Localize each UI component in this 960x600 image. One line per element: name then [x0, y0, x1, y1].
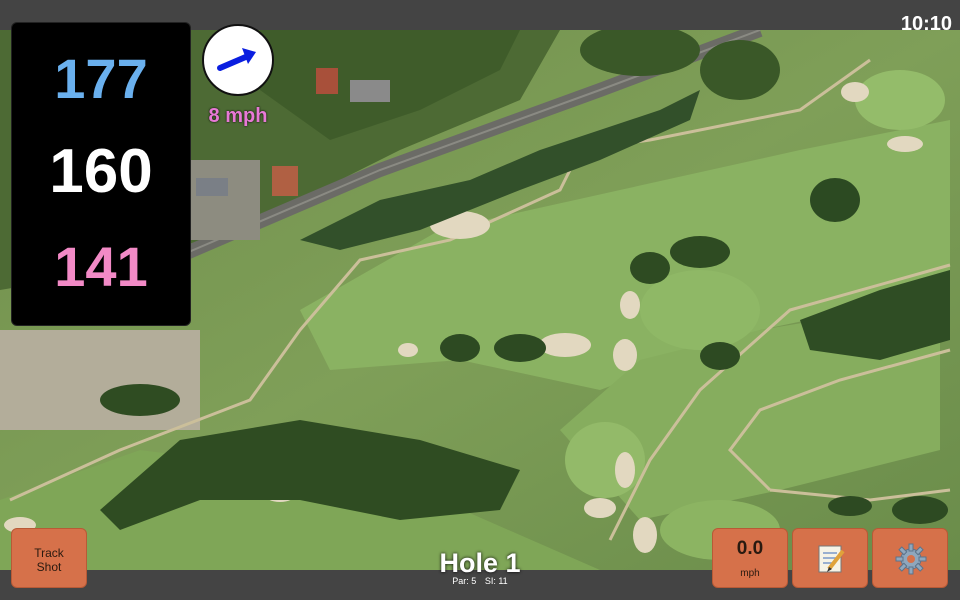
hole-title: Hole 1: [439, 548, 521, 578]
track-shot-label-line2: Shot: [36, 560, 62, 574]
distance-panel[interactable]: 177 160 141: [11, 22, 191, 326]
hole-par: Par: 5: [452, 576, 477, 586]
arrow-icon: [217, 48, 256, 71]
wind-input-button[interactable]: 0.0 mph: [712, 528, 788, 588]
wind-direction-indicator: [202, 24, 274, 96]
track-shot-label-line1: Track: [34, 546, 64, 560]
wind-input-value: 0.0: [736, 538, 764, 559]
wind-input-unit: mph: [740, 568, 760, 579]
distance-front: 141: [54, 235, 148, 298]
wind-speed-label: 8 mph: [208, 105, 268, 127]
distance-middle: 160: [49, 137, 153, 206]
settings-button[interactable]: [872, 528, 948, 588]
hole-stroke-index: SI: 11: [484, 576, 508, 586]
distance-back: 177: [54, 47, 148, 110]
hole-info: Par: 5 SI: 11: [380, 577, 580, 586]
gear-icon: [895, 543, 927, 575]
track-shot-button[interactable]: Track Shot: [11, 528, 87, 588]
notes-button[interactable]: [792, 528, 868, 588]
notepad-icon: [818, 545, 845, 573]
